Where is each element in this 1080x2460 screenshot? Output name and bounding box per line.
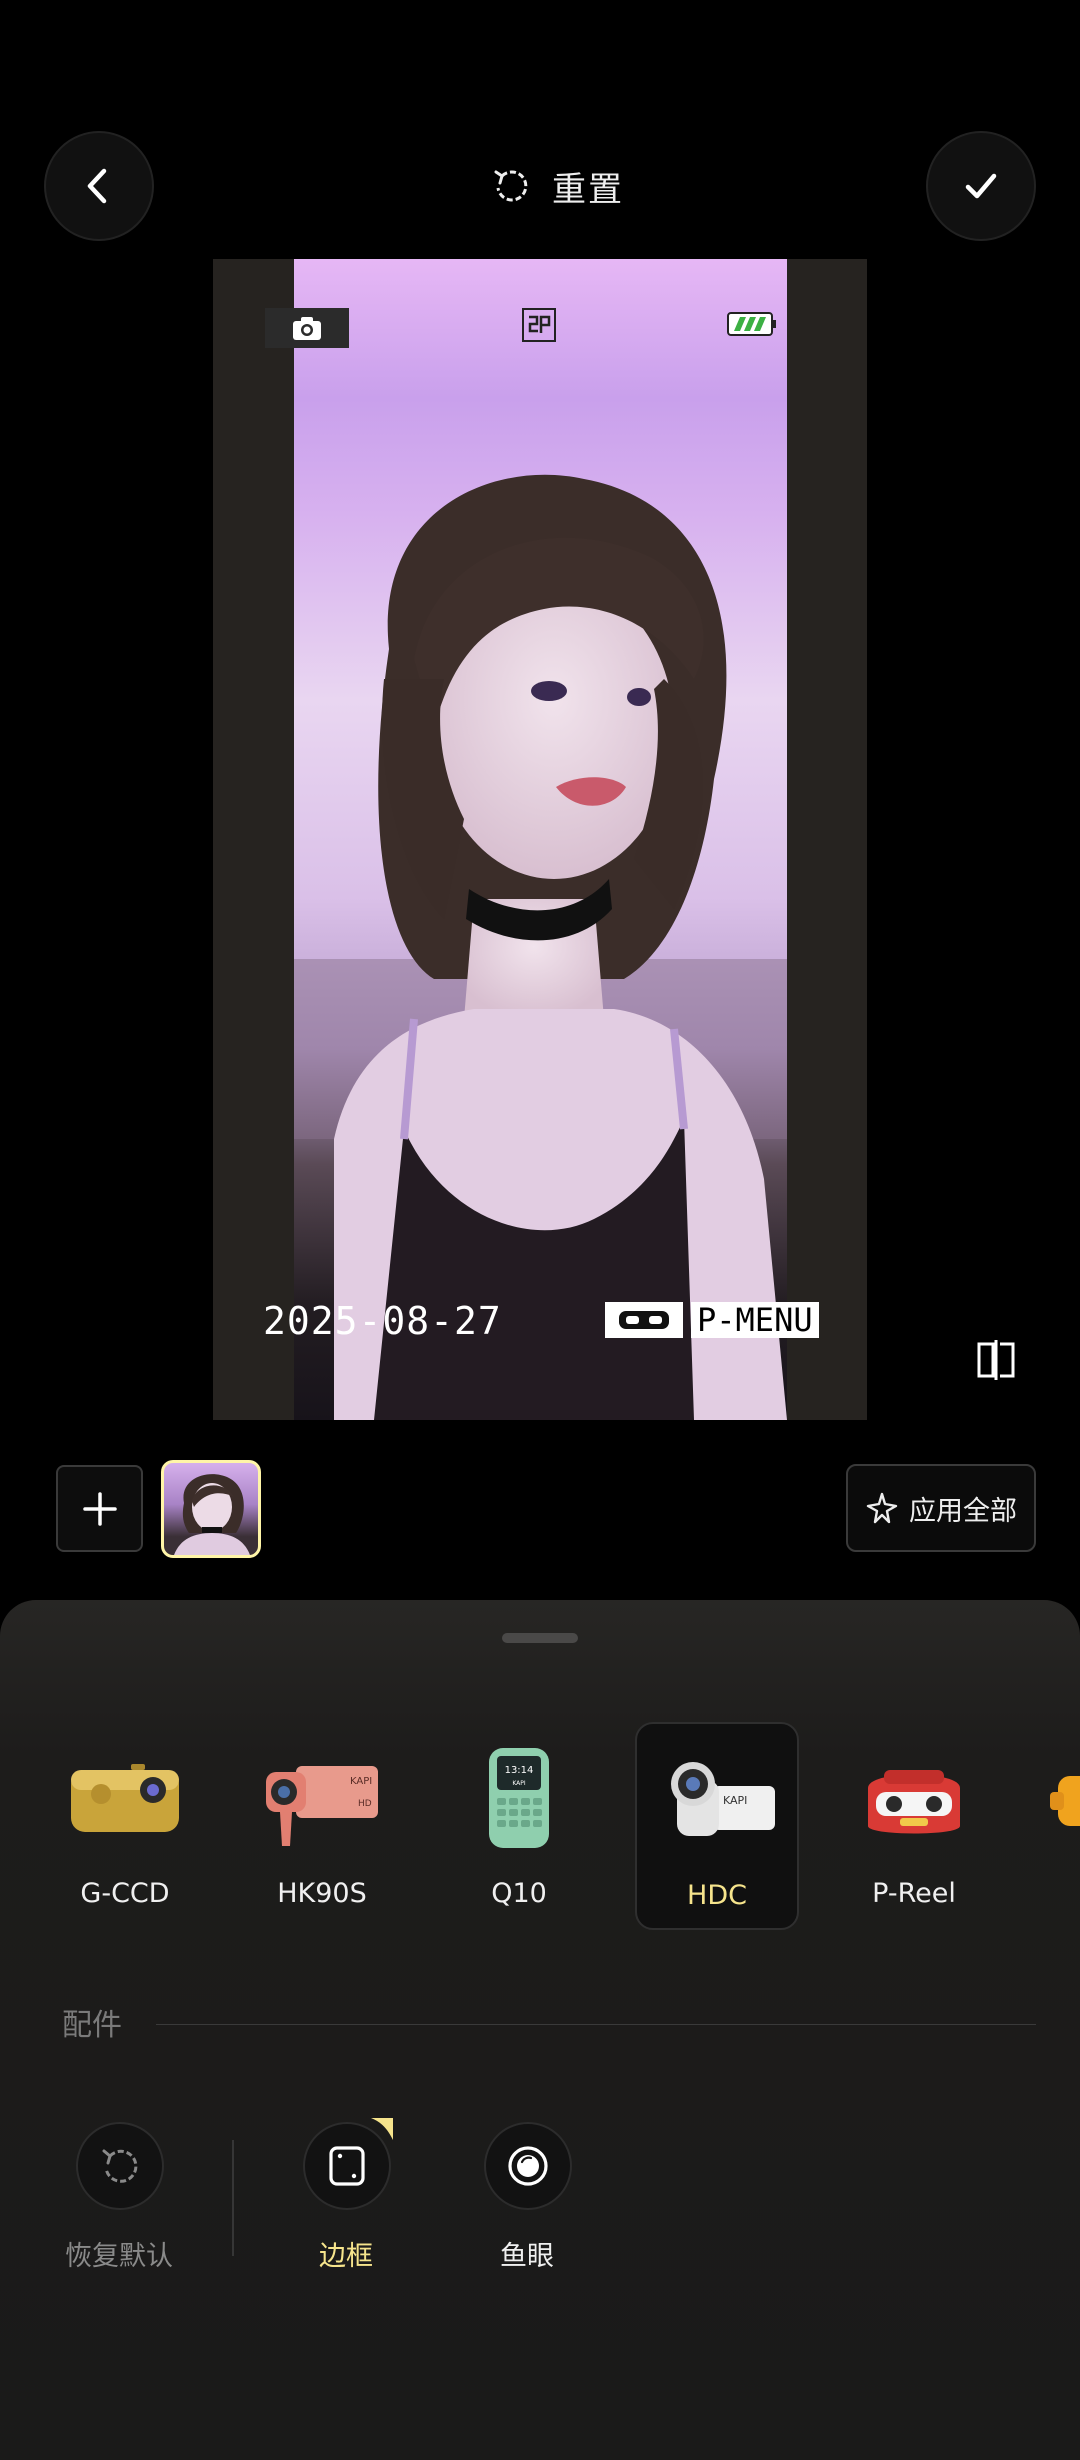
frame-accessory-button[interactable]: 边框 <box>281 2118 411 2282</box>
sheet-drag-handle[interactable] <box>502 1633 578 1643</box>
photo-preview[interactable]: 2025-08-27 P-MENU <box>213 259 867 1420</box>
camera-icon <box>293 317 321 340</box>
camera-label: Q10 <box>491 1878 547 1909</box>
confirm-button[interactable] <box>926 131 1036 241</box>
compare-icon[interactable] <box>976 1338 1016 1382</box>
accessory-divider <box>232 2140 234 2256</box>
battery-icon <box>727 312 776 336</box>
plus-icon <box>82 1491 117 1526</box>
accessories-section-label: 配件 <box>62 2008 122 2043</box>
selected-corner-icon <box>371 2118 393 2140</box>
camera-item-q10[interactable]: 13:14 KAPI Q10 <box>437 1722 601 1930</box>
apply-all-label: 应用全部 <box>909 1495 1017 1527</box>
fisheye-icon <box>508 2146 548 2186</box>
sparkle-icon <box>866 1492 898 1524</box>
fisheye-circle <box>484 2122 572 2210</box>
reset-button[interactable]: 重置 <box>490 158 624 214</box>
restore-icon <box>102 2149 138 2183</box>
g-ccd-camera-icon <box>71 1764 179 1832</box>
bottom-sheet: G-CCD KAPI HD HK90S 13:14 KAPI Q10 KAPI … <box>0 1600 1080 2460</box>
hdc-camcorder-icon: KAPI <box>671 1762 775 1836</box>
camera-label: P-Reel <box>872 1878 956 1909</box>
preview-photo <box>294 259 787 1420</box>
frame-icon <box>329 2146 365 2186</box>
q10-brand-text: KAPI <box>512 1780 526 1787</box>
q10-time-text: 13:14 <box>505 1765 534 1776</box>
camera-mode-badge <box>265 308 349 348</box>
q10-phone-icon: 13:14 KAPI <box>489 1748 549 1848</box>
camera-item-hk90s[interactable]: KAPI HD HK90S <box>240 1722 404 1930</box>
camera-label: HDC <box>687 1880 747 1911</box>
camera-item-g-ccd[interactable]: G-CCD <box>43 1722 207 1930</box>
camera-label: HK90S <box>277 1878 367 1909</box>
portrait-image <box>294 474 787 1420</box>
restore-default-circle <box>76 2122 164 2210</box>
mode-label: P-MENU <box>691 1302 819 1338</box>
section-divider <box>156 2024 1036 2025</box>
add-photo-button[interactable] <box>56 1465 143 1552</box>
camera-label: G-CCD <box>80 1878 170 1909</box>
chevron-left-icon <box>87 168 107 204</box>
thumbnail-image <box>174 1474 250 1555</box>
acc-label: 鱼眼 <box>500 2241 554 2272</box>
reset-icon <box>494 170 528 202</box>
date-stamp: 2025-08-27 <box>263 1299 502 1343</box>
photo-thumbnail-selected[interactable] <box>161 1460 261 1558</box>
goggles-icon <box>619 1311 669 1329</box>
hk90s-tag-text: HD <box>358 1799 372 1809</box>
hdc-brand-text: KAPI <box>723 1794 747 1807</box>
fisheye-accessory-button[interactable]: 鱼眼 <box>462 2122 592 2282</box>
camera-item-hdc[interactable]: KAPI HDC <box>635 1722 799 1930</box>
vr-mode-badge <box>605 1302 683 1338</box>
back-button[interactable] <box>44 131 154 241</box>
apply-all-button[interactable]: 应用全部 <box>846 1464 1036 1552</box>
sp-logo-icon <box>522 308 556 342</box>
acc-label: 边框 <box>319 2241 373 2272</box>
hk90s-brand-text: KAPI <box>350 1776 372 1787</box>
acc-label: 恢复默认 <box>65 2241 173 2272</box>
next-camera-peek-icon[interactable] <box>1050 1766 1080 1846</box>
checkmark-icon <box>965 173 997 199</box>
hk90s-camera-icon: KAPI HD <box>266 1766 378 1846</box>
camera-item-p-reel[interactable]: P-Reel <box>832 1722 996 1930</box>
p-reel-viewer-icon <box>868 1770 960 1834</box>
reset-label: 重置 <box>552 169 624 210</box>
restore-default-button[interactable]: 恢复默认 <box>54 2122 184 2282</box>
